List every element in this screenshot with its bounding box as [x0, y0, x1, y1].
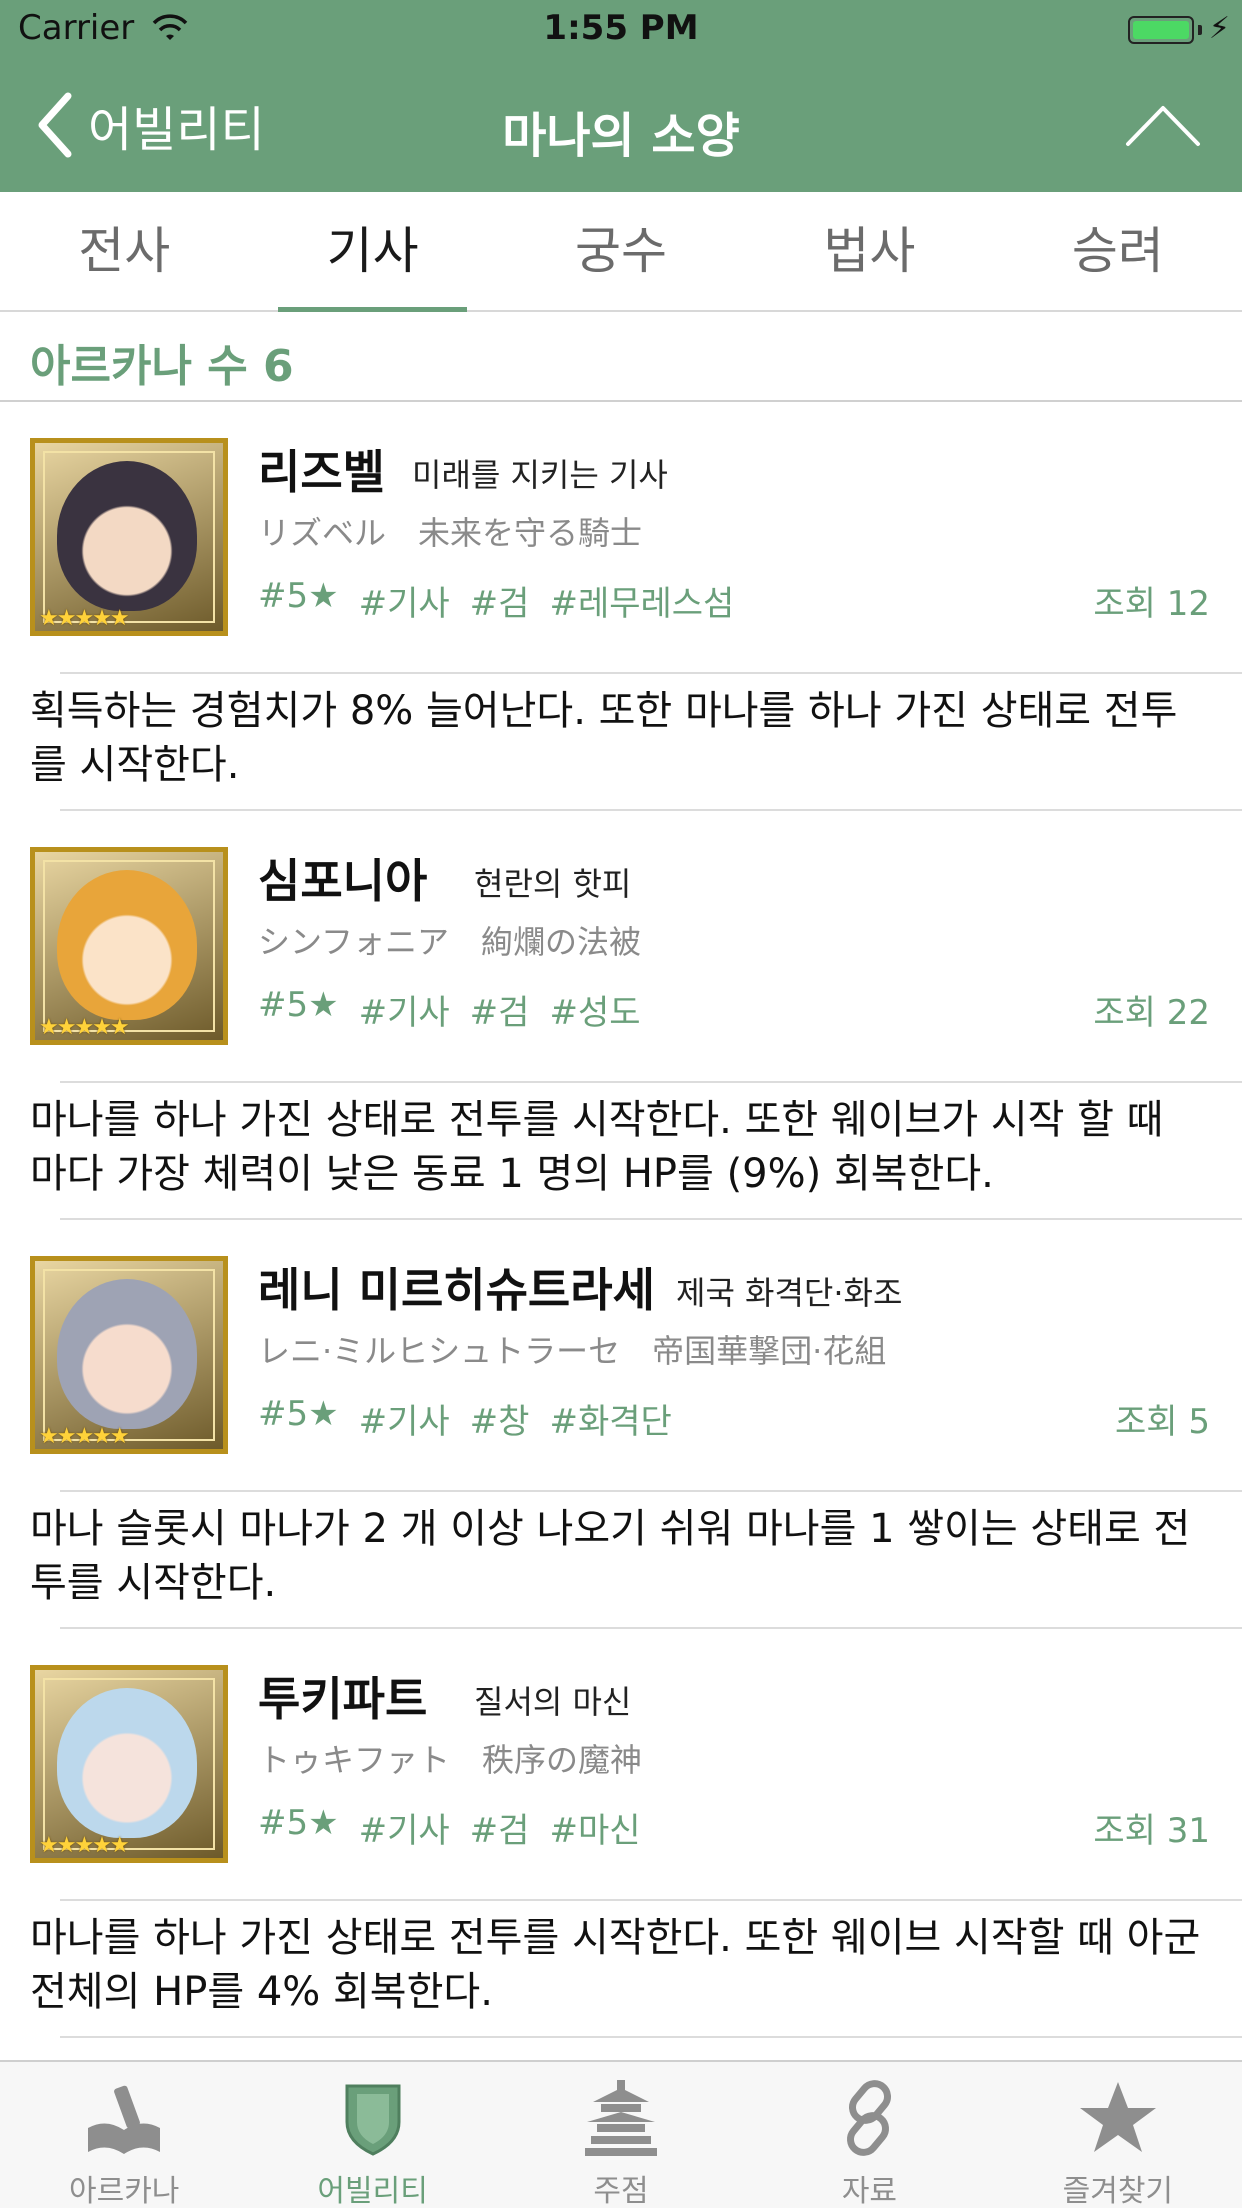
tag[interactable]: #5★ [258, 1803, 339, 1852]
pagoda-icon [585, 2080, 658, 2156]
tag[interactable]: #마신 [549, 1803, 640, 1852]
character-title: 현란의 핫피 [474, 865, 632, 903]
ability-description: 마나를 하나 가진 상태로 전투를 시작한다. 또한 웨이브 시작할 때 아군 … [30, 1915, 1201, 2015]
character-name: 투키파트 [258, 1672, 428, 1726]
divider [60, 2036, 1242, 2038]
shield-icon [345, 2084, 401, 2156]
tab-knight[interactable]: 기사 [248, 192, 496, 312]
tabbar-label: 아르카나 [69, 2174, 180, 2209]
character-name: 심포니아 [258, 854, 428, 908]
list-item[interactable]: ★★★★★ 투키파트 질서의 마신 トゥキファト 秩序の魔神 #5★ #기사 #… [0, 1629, 1242, 2038]
tab-archer[interactable]: 궁수 [497, 192, 745, 310]
view-count: 조회 12 [1093, 584, 1210, 624]
status-bar: Carrier 1:55 PM ⚡ [0, 0, 1242, 60]
tabbar-label: 자료 [841, 2174, 898, 2209]
tabbar-item-data[interactable]: 자료 [745, 2062, 993, 2209]
character-name: 레니 미르히슈트라세 [258, 1263, 655, 1317]
tag[interactable]: #5★ [258, 985, 339, 1034]
portrait-frame [43, 451, 215, 623]
tag[interactable]: #5★ [258, 1394, 339, 1443]
list-item[interactable]: ★★★★★ 리즈벨 미래를 지키는 기사 リズベル 未来を守る騎士 #5★ #기… [0, 402, 1242, 811]
star-icon [1079, 2082, 1156, 2152]
tabbar-item-ability[interactable]: 어빌리티 [248, 2062, 496, 2209]
tag[interactable]: #기사 [359, 576, 450, 625]
arcana-count-header: 아르카나 수 6 [0, 310, 1242, 402]
arcana-list: ★★★★★ 리즈벨 미래를 지키는 기사 リズベル 未来を守る騎士 #5★ #기… [0, 402, 1242, 2038]
arcana-count: 아르카나 수 6 [30, 341, 294, 392]
tag[interactable]: #검 [470, 1803, 530, 1852]
divider [60, 672, 1242, 674]
battery-level [1133, 21, 1189, 39]
tag-list: #5★ #기사 #검 #마신 [258, 1803, 641, 1852]
character-portrait: ★★★★★ [30, 1256, 228, 1454]
tab-priest[interactable]: 승려 [994, 192, 1242, 310]
view-count: 조회 22 [1093, 993, 1210, 1033]
japanese-name: トゥキファト 秩序の魔神 [258, 1741, 643, 1779]
tabbar-label: 어빌리티 [317, 2174, 428, 2209]
tabbar-label: 즐겨찾기 [1062, 2174, 1174, 2209]
bottom-tab-bar: 아르카나 어빌리티 주점 자료 즐겨찾기 [0, 2060, 1242, 2209]
tag[interactable]: #레무레스섬 [549, 576, 734, 625]
tag[interactable]: #기사 [359, 1394, 450, 1443]
tag[interactable]: #성도 [549, 985, 640, 1034]
ability-description: 마나를 하나 가진 상태로 전투를 시작한다. 또한 웨이브가 시작 할 때 마… [30, 1097, 1164, 1197]
character-name: 리즈벨 [258, 445, 385, 499]
tabbar-label: 주점 [593, 2174, 649, 2209]
tag[interactable]: #5★ [258, 576, 339, 625]
page-title: 마나의 소양 [502, 108, 740, 164]
rarity-stars-icon: ★★★★★ [39, 1424, 130, 1449]
japanese-name: シンフォニア 絢爛の法被 [258, 923, 642, 961]
chevron-up-icon[interactable] [1124, 100, 1202, 150]
list-item[interactable]: ★★★★★ 레니 미르히슈트라세 제국 화격단·화조 レニ·ミルヒシュトラーセ … [0, 1220, 1242, 1629]
tabbar-item-arcana[interactable]: 아르카나 [0, 2062, 248, 2209]
book-icon [88, 2085, 161, 2154]
link-icon [847, 2080, 892, 2156]
view-count: 조회 31 [1093, 1811, 1210, 1851]
class-tabs: 전사 기사 궁수 법사 승려 [0, 192, 1242, 312]
rarity-stars-icon: ★★★★★ [39, 606, 130, 631]
charging-icon: ⚡ [1208, 11, 1230, 46]
tag[interactable]: #기사 [359, 1803, 450, 1852]
list-item[interactable]: ★★★★★ 심포니아 현란의 핫피 シンフォニア 絢爛の法被 #5★ #기사 #… [0, 811, 1242, 1220]
navigation-bar: 어빌리티 마나의 소양 [0, 60, 1242, 192]
portrait-frame [43, 860, 215, 1032]
tag-list: #5★ #기사 #검 #성도 [258, 985, 641, 1034]
character-portrait: ★★★★★ [30, 438, 228, 636]
tag[interactable]: #화격단 [549, 1394, 671, 1443]
rarity-stars-icon: ★★★★★ [39, 1015, 130, 1040]
tag[interactable]: #검 [470, 985, 530, 1034]
character-title: 질서의 마신 [474, 1683, 632, 1721]
tab-mage[interactable]: 법사 [745, 192, 993, 310]
view-count: 조회 5 [1115, 1402, 1210, 1442]
ability-description: 획득하는 경험치가 8% 늘어난다. 또한 마나를 하나 가진 상태로 전투를 … [30, 688, 1178, 788]
tabbar-item-tavern[interactable]: 주점 [497, 2062, 745, 2209]
tag[interactable]: #검 [470, 576, 530, 625]
tag[interactable]: #기사 [359, 985, 450, 1034]
rarity-stars-icon: ★★★★★ [39, 1833, 130, 1858]
portrait-frame [43, 1678, 215, 1850]
portrait-frame [43, 1269, 215, 1441]
japanese-name: レニ·ミルヒシュトラーセ 帝国華撃団·花組 [258, 1332, 887, 1370]
divider [60, 1081, 1242, 1083]
ability-description: 마나 슬롯시 마나가 2 개 이상 나오기 쉬워 마나를 1 쌓이는 상태로 전… [30, 1506, 1191, 1606]
battery-icon [1128, 16, 1194, 44]
tag-list: #5★ #기사 #검 #레무레스섬 [258, 576, 734, 625]
japanese-name: リズベル 未来を守る騎士 [258, 514, 643, 552]
tag-list: #5★ #기사 #창 #화격단 [258, 1394, 672, 1443]
tab-warrior[interactable]: 전사 [0, 192, 248, 310]
character-portrait: ★★★★★ [30, 1665, 228, 1863]
character-title: 미래를 지키는 기사 [412, 456, 668, 494]
character-title: 제국 화격단·화조 [676, 1274, 903, 1312]
battery-cap [1198, 25, 1202, 35]
divider [60, 1899, 1242, 1901]
tabbar-item-favorites[interactable]: 즐겨찾기 [994, 2062, 1242, 2209]
character-portrait: ★★★★★ [30, 847, 228, 1045]
divider [60, 1490, 1242, 1492]
tag[interactable]: #창 [470, 1394, 530, 1443]
clock: 1:55 PM [543, 8, 699, 48]
